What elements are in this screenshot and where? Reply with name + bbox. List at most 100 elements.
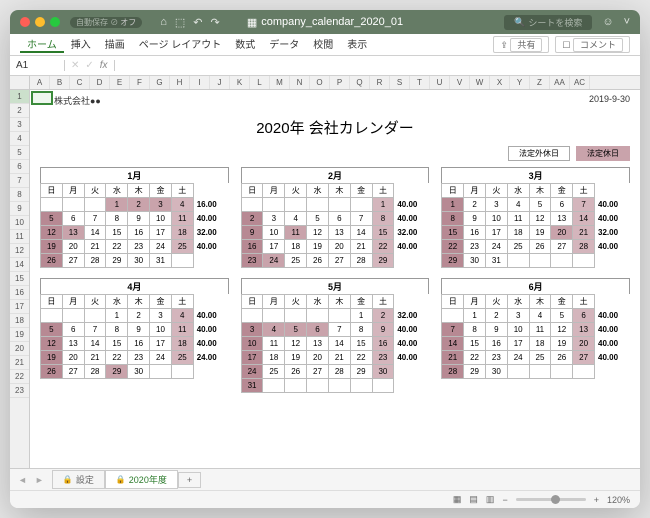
day-cell[interactable]: 18: [171, 337, 193, 351]
day-cell[interactable]: [62, 309, 84, 323]
day-cell[interactable]: 3: [150, 198, 172, 212]
day-cell[interactable]: 29: [442, 254, 464, 268]
day-cell[interactable]: 1: [106, 198, 128, 212]
day-cell[interactable]: 30: [464, 254, 486, 268]
day-cell[interactable]: 9: [241, 226, 263, 240]
day-cell[interactable]: 21: [84, 351, 106, 365]
share-button[interactable]: ⇪ 共有: [493, 36, 549, 53]
column-header[interactable]: D: [90, 76, 110, 89]
day-cell[interactable]: 20: [328, 240, 350, 254]
day-cell[interactable]: 13: [328, 226, 350, 240]
day-cell[interactable]: 5: [529, 198, 551, 212]
day-cell[interactable]: 30: [128, 365, 150, 379]
column-header[interactable]: L: [250, 76, 270, 89]
day-cell[interactable]: 27: [573, 351, 595, 365]
zoom-out[interactable]: −: [502, 495, 507, 505]
day-cell[interactable]: 27: [62, 365, 84, 379]
view-normal-icon[interactable]: ▦: [453, 494, 462, 505]
sync-icon[interactable]: ☺: [602, 16, 613, 28]
day-cell[interactable]: [171, 365, 193, 379]
day-cell[interactable]: 5: [41, 323, 63, 337]
day-cell[interactable]: 18: [263, 351, 285, 365]
day-cell[interactable]: 11: [285, 226, 307, 240]
day-cell[interactable]: 25: [263, 365, 285, 379]
day-cell[interactable]: 2: [464, 198, 486, 212]
column-header[interactable]: M: [270, 76, 290, 89]
column-header[interactable]: J: [210, 76, 230, 89]
day-cell[interactable]: 26: [529, 240, 551, 254]
day-cell[interactable]: 12: [41, 337, 63, 351]
row-header[interactable]: 1: [10, 90, 29, 104]
column-header[interactable]: V: [450, 76, 470, 89]
day-cell[interactable]: 13: [62, 226, 84, 240]
day-cell[interactable]: 11: [263, 337, 285, 351]
day-cell[interactable]: [372, 379, 394, 393]
day-cell[interactable]: 16: [241, 240, 263, 254]
day-cell[interactable]: 31: [150, 254, 172, 268]
day-cell[interactable]: 4: [507, 198, 529, 212]
day-cell[interactable]: 7: [442, 323, 464, 337]
day-cell[interactable]: 23: [241, 254, 263, 268]
ribbon-tab[interactable]: 描画: [98, 36, 132, 53]
day-cell[interactable]: [241, 198, 263, 212]
tab-nav-prev[interactable]: ◄: [18, 475, 27, 485]
day-cell[interactable]: 4: [285, 212, 307, 226]
day-cell[interactable]: 3: [263, 212, 285, 226]
day-cell[interactable]: 27: [551, 240, 573, 254]
day-cell[interactable]: 28: [84, 365, 106, 379]
day-cell[interactable]: 25: [507, 240, 529, 254]
day-cell[interactable]: 10: [507, 323, 529, 337]
row-header[interactable]: 7: [10, 174, 29, 188]
day-cell[interactable]: 23: [128, 351, 150, 365]
day-cell[interactable]: 26: [551, 351, 573, 365]
day-cell[interactable]: 12: [307, 226, 329, 240]
day-cell[interactable]: 14: [84, 226, 106, 240]
column-header[interactable]: B: [50, 76, 70, 89]
day-cell[interactable]: 3: [507, 309, 529, 323]
save-icon[interactable]: ⬚: [175, 16, 185, 29]
ribbon-tab[interactable]: 挿入: [64, 36, 98, 53]
day-cell[interactable]: 15: [106, 226, 128, 240]
row-header[interactable]: 2: [10, 104, 29, 118]
day-cell[interactable]: 24: [150, 240, 172, 254]
day-cell[interactable]: 16: [464, 226, 486, 240]
column-header[interactable]: K: [230, 76, 250, 89]
day-cell[interactable]: 24: [150, 351, 172, 365]
row-header[interactable]: 12: [10, 244, 29, 258]
day-cell[interactable]: 6: [328, 212, 350, 226]
column-header[interactable]: G: [150, 76, 170, 89]
day-cell[interactable]: 15: [372, 226, 394, 240]
sheet-content[interactable]: 株式会社●● 2019-9-30 2020年 会社カレンダー 法定外休日 法定休…: [30, 90, 640, 468]
column-header[interactable]: Y: [510, 76, 530, 89]
day-cell[interactable]: 23: [485, 351, 507, 365]
day-cell[interactable]: 28: [328, 365, 350, 379]
day-cell[interactable]: 17: [485, 226, 507, 240]
day-cell[interactable]: 15: [442, 226, 464, 240]
day-cell[interactable]: 29: [106, 365, 128, 379]
day-cell[interactable]: 24: [241, 365, 263, 379]
day-cell[interactable]: 16: [372, 337, 394, 351]
day-cell[interactable]: [573, 365, 595, 379]
day-cell[interactable]: 2: [128, 198, 150, 212]
column-header[interactable]: F: [130, 76, 150, 89]
day-cell[interactable]: 16: [128, 337, 150, 351]
day-cell[interactable]: 9: [128, 212, 150, 226]
day-cell[interactable]: [551, 365, 573, 379]
day-cell[interactable]: 21: [350, 240, 372, 254]
day-cell[interactable]: 28: [442, 365, 464, 379]
day-cell[interactable]: 5: [307, 212, 329, 226]
day-cell[interactable]: [41, 198, 63, 212]
day-cell[interactable]: 13: [307, 337, 329, 351]
day-cell[interactable]: 26: [41, 365, 63, 379]
zoom-slider[interactable]: [516, 498, 586, 501]
day-cell[interactable]: 21: [442, 351, 464, 365]
day-cell[interactable]: 3: [485, 198, 507, 212]
day-cell[interactable]: 20: [307, 351, 329, 365]
day-cell[interactable]: [171, 254, 193, 268]
day-cell[interactable]: [62, 198, 84, 212]
home-icon[interactable]: ⌂: [160, 16, 167, 29]
zoom-level[interactable]: 120%: [607, 495, 630, 505]
column-header[interactable]: T: [410, 76, 430, 89]
day-cell[interactable]: 1: [442, 198, 464, 212]
day-cell[interactable]: 22: [372, 240, 394, 254]
